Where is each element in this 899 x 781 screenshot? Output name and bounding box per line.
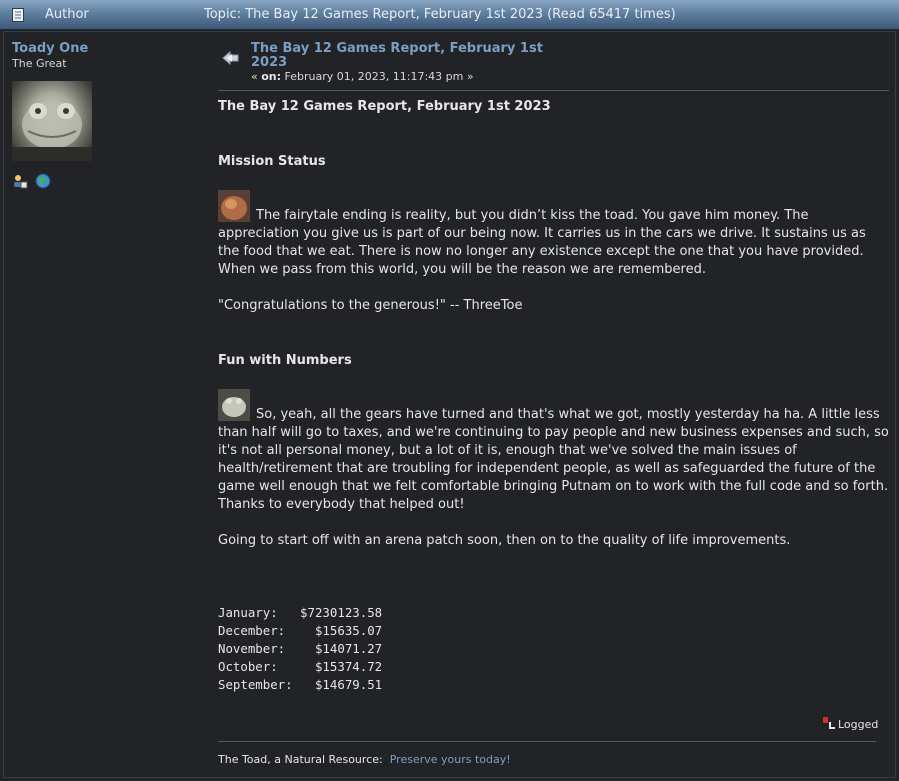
donation-row-november: November: $14071.27 [218,641,383,656]
donation-row-september: September: $14679.51 [218,677,383,692]
signature-link[interactable]: Preserve yours today! [390,753,511,766]
donation-row-december: December: $15635.07 [218,623,383,638]
post-header-divider [218,90,889,91]
post-subject-link[interactable]: The Bay 12 Games Report, February 1st 20… [251,42,551,70]
profile-icon[interactable] [12,173,28,189]
signature-divider [218,741,876,742]
post-message-icon [222,50,239,66]
donation-row-january: January: $7230123.58 [218,605,383,620]
quote-line: "Congratulations to the generous!" -- Th… [218,298,523,313]
topic-header-bar: Author Topic: The Bay 12 Games Report, F… [0,0,899,30]
toady-smiley-icon [218,389,250,421]
toad-avatar-image [12,101,92,161]
author-column-header: Author [45,7,89,22]
topic-document-icon [12,8,24,22]
mission-paragraph: The fairytale ending is reality, but you… [218,190,890,279]
poster-name-link[interactable]: Toady One [12,42,192,56]
fun-text: So, yeah, all the gears have turned and … [218,407,889,512]
fun-paragraph: So, yeah, all the gears have turned and … [218,389,890,514]
post-body: The Bay 12 Games Report, February 1st 20… [218,98,890,694]
post-heading: The Bay 12 Games Report, February 1st 20… [218,99,551,114]
poster-icons [12,173,54,189]
logged-ip-icon [823,717,835,729]
post-date: February 01, 2023, 11:17:43 pm [284,70,464,83]
website-globe-icon[interactable] [35,173,51,189]
poster-title: The Great [12,57,67,70]
date-suffix: » [466,70,474,83]
donation-row-october: October: $15374.72 [218,659,383,674]
arena-line: Going to start off with an arena patch s… [218,533,791,548]
donation-list: January: $7230123.58 December: $15635.07… [218,604,890,694]
logged-label: Logged [838,718,879,731]
mission-text: The fairytale ending is reality, but you… [218,208,866,277]
poster-info: Toady One The Great [12,42,192,71]
signature-text: The Toad, a Natural Resource: [218,753,383,766]
topic-title-header: Topic: The Bay 12 Games Report, February… [204,7,676,22]
fun-with-numbers-title: Fun with Numbers [218,353,352,368]
date-prefix: « [251,70,258,83]
post-date-line: « on: February 01, 2023, 11:17:43 pm » [251,70,474,83]
logged-indicator: Logged [822,716,878,731]
mission-status-title: Mission Status [218,154,326,169]
signature: The Toad, a Natural Resource: Preserve y… [218,753,511,766]
threetoe-smiley-icon [218,190,250,222]
avatar [12,81,92,161]
on-label: on: [261,70,282,83]
